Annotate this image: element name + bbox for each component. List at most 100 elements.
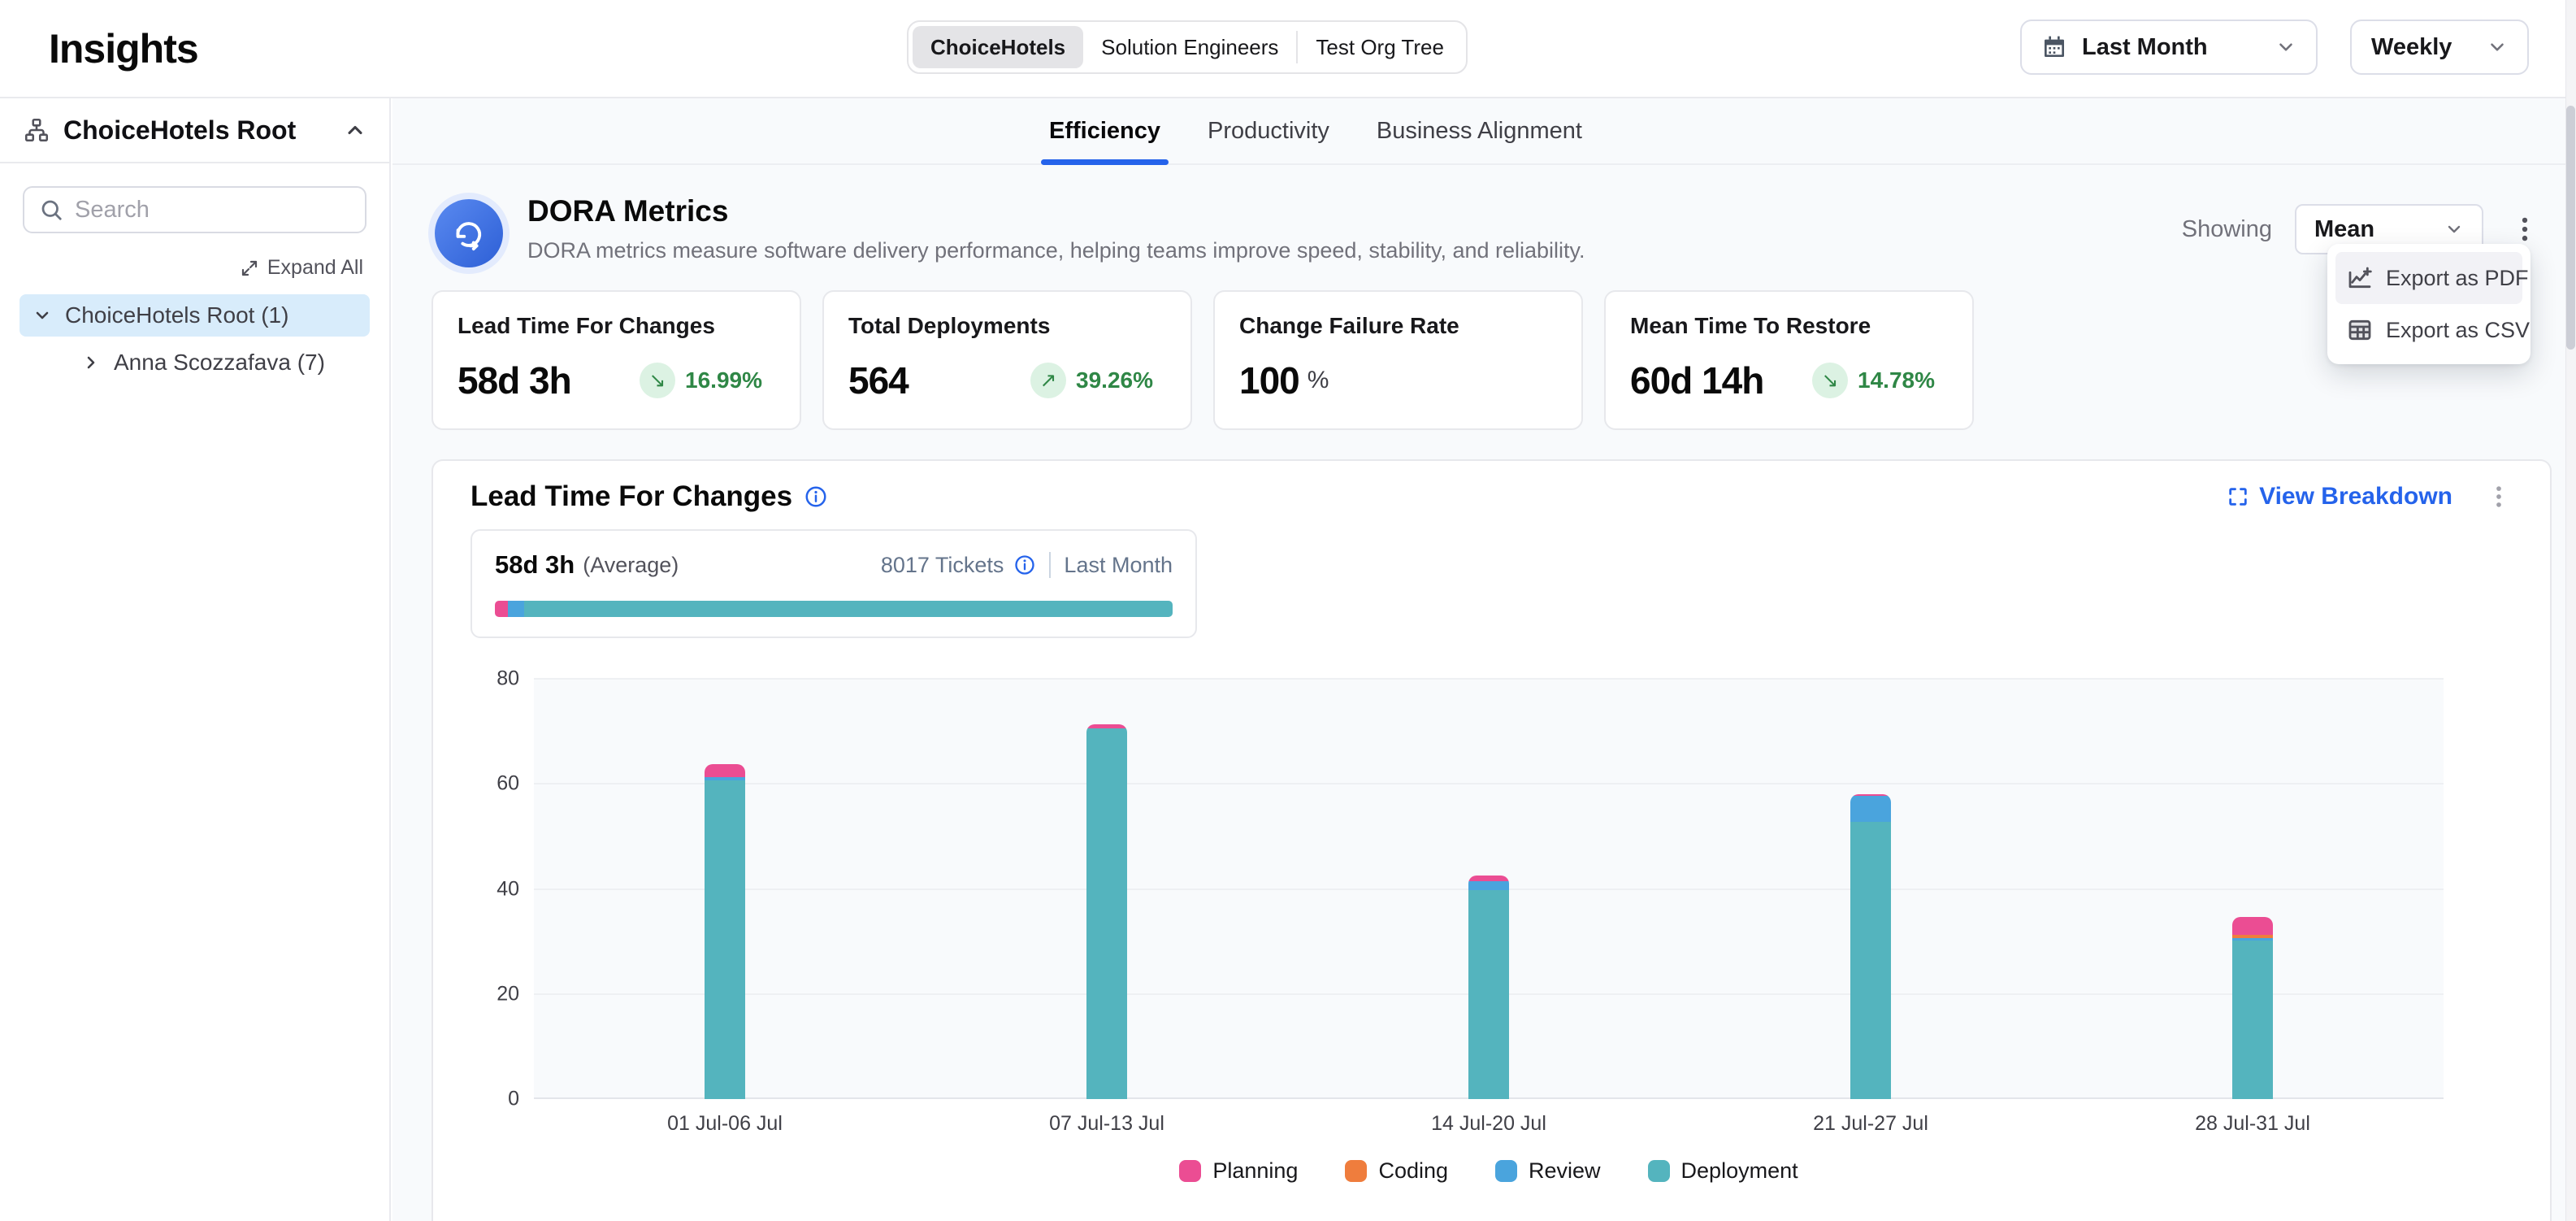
card-value: 564 xyxy=(848,358,909,402)
menu-item-export-pdf[interactable]: Export as PDF xyxy=(2335,252,2522,304)
bar-segment-deployment xyxy=(1850,822,1891,1099)
summary-value: 58d 3h xyxy=(495,550,575,580)
card-title: Mean Time To Restore xyxy=(1630,313,1948,339)
dora-description: DORA metrics measure software delivery p… xyxy=(527,238,1585,263)
stacked-bar[interactable] xyxy=(2232,917,2273,1099)
chevron-right-icon[interactable] xyxy=(81,353,101,372)
period-select[interactable]: Last Month xyxy=(2020,20,2318,75)
calendar-icon xyxy=(2041,34,2067,60)
legend-swatch xyxy=(1648,1160,1670,1182)
export-dropdown-menu: Export as PDF Export as CSV xyxy=(2327,244,2530,364)
card-lead-time-for-changes: Lead Time For Changes 58d 3h ↘ 16.99% xyxy=(432,290,801,430)
menu-item-export-csv[interactable]: Export as CSV xyxy=(2335,304,2522,356)
scrollbar-track[interactable] xyxy=(2565,0,2576,1221)
card-unit: % xyxy=(1308,367,1329,394)
y-axis-tick: 20 xyxy=(471,982,519,1006)
lead-time-summary: 58d 3h (Average) 8017 Tickets Last Month xyxy=(471,529,1197,638)
progress-segment-review xyxy=(508,601,524,617)
menu-item-label: Export as CSV xyxy=(2386,318,2530,343)
card-delta: 39.26% xyxy=(1076,367,1153,393)
lead-time-title: Lead Time For Changes xyxy=(471,480,792,513)
search-input[interactable] xyxy=(75,197,350,224)
legend-item-review[interactable]: Review xyxy=(1495,1158,1601,1184)
showing-label: Showing xyxy=(2182,216,2272,243)
bar-segment-deployment xyxy=(1086,728,1127,1099)
view-breakdown-button[interactable]: View Breakdown xyxy=(2227,483,2452,511)
chart-column xyxy=(1680,679,2062,1099)
card-title: Total Deployments xyxy=(848,313,1166,339)
tickets-count: 8017 Tickets xyxy=(881,553,1004,578)
granularity-select-value: Weekly xyxy=(2371,34,2452,61)
bar-segment-planning xyxy=(705,764,745,777)
bar-segment-deployment xyxy=(1468,890,1509,1099)
progress-segment-deployment xyxy=(524,601,1173,617)
expand-all-label: Expand All xyxy=(267,256,363,280)
tab-efficiency[interactable]: Efficiency xyxy=(1049,98,1160,163)
stacked-bar[interactable] xyxy=(1850,794,1891,1099)
collapse-chevron-up-icon[interactable] xyxy=(344,119,366,141)
x-axis-label: 07 Jul-13 Jul xyxy=(916,1112,1298,1136)
metric-cards-row: Lead Time For Changes 58d 3h ↘ 16.99% To… xyxy=(392,267,2576,430)
expand-all-button[interactable]: Expand All xyxy=(0,256,389,280)
chevron-down-icon xyxy=(2444,219,2464,239)
chart-kebab-menu-icon[interactable] xyxy=(2485,483,2513,511)
summary-suffix: (Average) xyxy=(583,553,679,578)
tab-business-alignment[interactable]: Business Alignment xyxy=(1377,98,1582,163)
stacked-bar[interactable] xyxy=(705,764,745,1099)
trend-down-icon: ↘ xyxy=(1812,363,1848,398)
tree-item-choicehotels-root[interactable]: ChoiceHotels Root (1) xyxy=(20,294,370,337)
tree-item-anna-scozzafava[interactable]: Anna Scozzafava (7) xyxy=(68,341,370,384)
org-segmented-control: ChoiceHotels Solution Engineers Test Org… xyxy=(907,20,1468,74)
bar-segment-deployment xyxy=(705,780,745,1099)
legend-label: Review xyxy=(1529,1158,1601,1184)
scrollbar-thumb[interactable] xyxy=(2566,106,2575,350)
legend-label: Deployment xyxy=(1681,1158,1798,1184)
main-content: Efficiency Productivity Business Alignme… xyxy=(392,98,2576,1221)
sidebar-search[interactable] xyxy=(23,186,366,233)
chart-column xyxy=(534,679,916,1099)
bar-segment-review xyxy=(1850,796,1891,822)
info-icon[interactable] xyxy=(1013,554,1036,576)
menu-item-label: Export as PDF xyxy=(2386,266,2529,291)
stacked-bar[interactable] xyxy=(1468,876,1509,1099)
y-axis-tick: 0 xyxy=(471,1088,519,1111)
search-icon xyxy=(39,198,63,222)
x-axis-label: 14 Jul-20 Jul xyxy=(1298,1112,1680,1136)
table-icon xyxy=(2347,317,2373,343)
card-delta: 16.99% xyxy=(685,367,762,393)
bar-segment-deployment xyxy=(2232,941,2273,1099)
legend-label: Coding xyxy=(1378,1158,1448,1184)
insights-tabs: Efficiency Productivity Business Alignme… xyxy=(392,98,2576,165)
org-tab-choicehotels[interactable]: ChoiceHotels xyxy=(913,26,1083,68)
stacked-bar[interactable] xyxy=(1086,724,1127,1099)
dora-metrics-header: DORA Metrics DORA metrics measure softwa… xyxy=(392,165,2576,267)
card-delta: 14.78% xyxy=(1858,367,1935,393)
tree-item-label: Anna Scozzafava (7) xyxy=(114,350,325,376)
expand-corners-icon xyxy=(2227,485,2249,508)
legend-item-deployment[interactable]: Deployment xyxy=(1648,1158,1798,1184)
trend-down-icon: ↘ xyxy=(640,363,675,398)
y-axis-tick: 80 xyxy=(471,667,519,691)
chevron-down-icon xyxy=(2487,37,2508,58)
legend-item-coding[interactable]: Coding xyxy=(1345,1158,1448,1184)
org-tab-test-org-tree[interactable]: Test Org Tree xyxy=(1298,26,1462,68)
bar-segment-planning xyxy=(1468,876,1509,882)
org-tab-solution-engineers[interactable]: Solution Engineers xyxy=(1083,26,1296,68)
dora-cycle-icon xyxy=(435,199,503,267)
page-title: Insights xyxy=(49,25,198,72)
trend-up-icon: ↗ xyxy=(1030,363,1066,398)
chart-column xyxy=(1298,679,1680,1099)
granularity-select[interactable]: Weekly xyxy=(2350,20,2529,75)
tab-productivity[interactable]: Productivity xyxy=(1208,98,1329,163)
info-icon[interactable] xyxy=(804,484,828,509)
dora-kebab-menu-icon[interactable] xyxy=(2506,211,2543,248)
card-value: 58d 3h xyxy=(458,358,571,402)
chevron-down-icon[interactable] xyxy=(33,306,52,325)
legend-item-planning[interactable]: Planning xyxy=(1179,1158,1298,1184)
legend-swatch xyxy=(1495,1160,1517,1182)
legend-swatch xyxy=(1345,1160,1367,1182)
legend-swatch xyxy=(1179,1160,1201,1182)
x-axis-labels: 01 Jul-06 Jul07 Jul-13 Jul14 Jul-20 Jul2… xyxy=(534,1112,2444,1136)
progress-segment-planning xyxy=(495,601,508,617)
aggregation-select-value: Mean xyxy=(2314,216,2374,243)
